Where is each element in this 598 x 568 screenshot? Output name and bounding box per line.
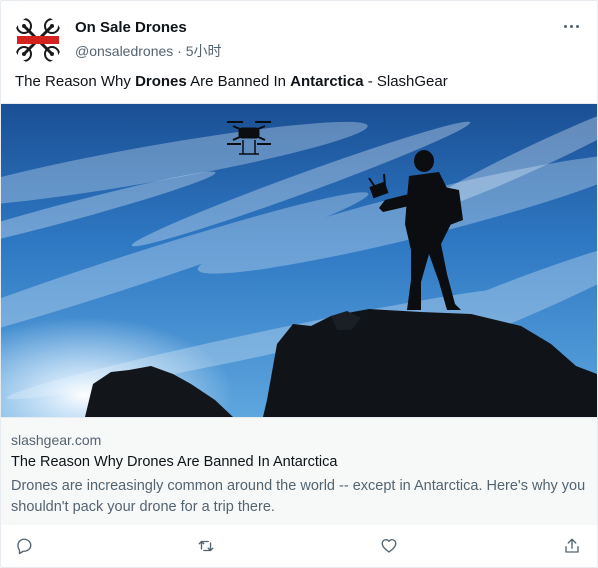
share-icon [565,538,579,553]
heart-icon [381,538,397,553]
tweet-text-part: The Reason Why [15,73,136,90]
tweet-text-part: - SlashGear [363,73,448,90]
tweet-text-part: Are Banned In [186,73,291,90]
tweet-text-bold: Drones [135,73,187,90]
action-bar [1,535,597,559]
retweet-icon [198,540,214,552]
more-options-button[interactable] [560,15,582,37]
card-title: The Reason Why Drones Are Banned In Anta… [11,454,338,470]
card-description: Drones are increasingly common around th… [11,478,586,515]
like-button[interactable] [378,535,400,557]
link-card[interactable]: slashgear.com The Reason Why Drones Are … [1,103,597,525]
handle-line: @onsaledrones · 5小时 [75,41,222,61]
card-meta[interactable]: slashgear.com The Reason Why Drones Are … [1,417,597,525]
timestamp[interactable]: 5小时 [186,43,222,59]
more-dot-icon [575,24,579,28]
display-name[interactable]: On Sale Drones [75,19,187,36]
more-dot-icon [569,24,573,28]
drone-silhouette-photo [1,104,597,417]
card-domain: slashgear.com [11,432,102,448]
reply-button[interactable] [13,535,35,557]
share-button[interactable] [561,535,583,557]
separator-dot: · [177,43,182,59]
tweet-text: The Reason Why Drones Are Banned In Anta… [15,73,448,90]
retweet-button[interactable] [195,535,217,557]
avatar[interactable] [13,15,63,65]
reply-icon [17,538,32,555]
more-dot-icon [563,24,567,28]
tweet-text-bold: Antarctica [290,73,364,90]
tweet-container: On Sale Drones @onsaledrones · 5小时 The R… [0,0,598,568]
drone-logo-icon [14,16,62,64]
card-image[interactable] [1,104,597,417]
handle[interactable]: @onsaledrones [75,43,173,59]
